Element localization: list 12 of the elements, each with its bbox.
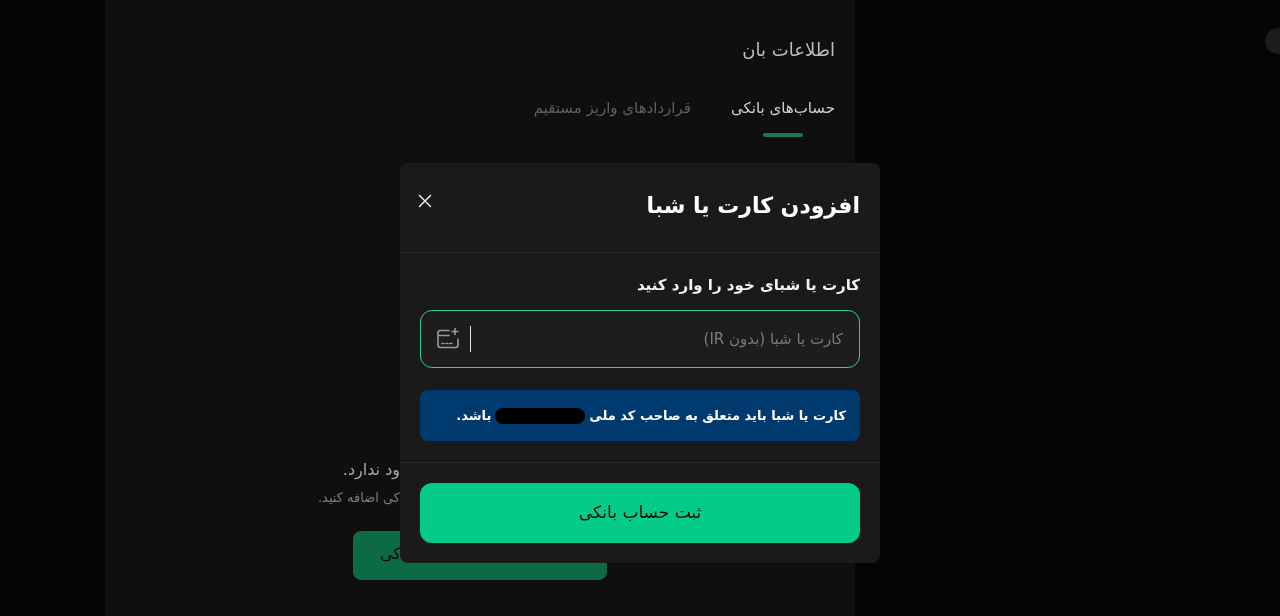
text-cursor	[470, 326, 471, 352]
tab[interactable]: حساب‌های بانکی	[730, 98, 835, 137]
card-input-field[interactable]: کارت یا شبا (بدون IR)	[420, 310, 860, 368]
notice-text: کارت یا شبا باید متعلق به صاحب کد ملی	[589, 406, 846, 425]
field-label: کارت یا شبای خود را وارد کنید	[636, 275, 860, 295]
empty-message: ود ندارد.	[342, 459, 400, 481]
submit-button[interactable]: ثبت حساب بانکی	[420, 483, 860, 543]
dialog-title: افزودن کارت یا شبا	[646, 191, 860, 221]
notice-text: باشد.	[456, 406, 492, 425]
empty-hint: کی اضافه کنید.	[317, 489, 400, 507]
card-plus-icon	[436, 327, 460, 351]
page-heading: اطلاعات بان	[742, 38, 835, 62]
